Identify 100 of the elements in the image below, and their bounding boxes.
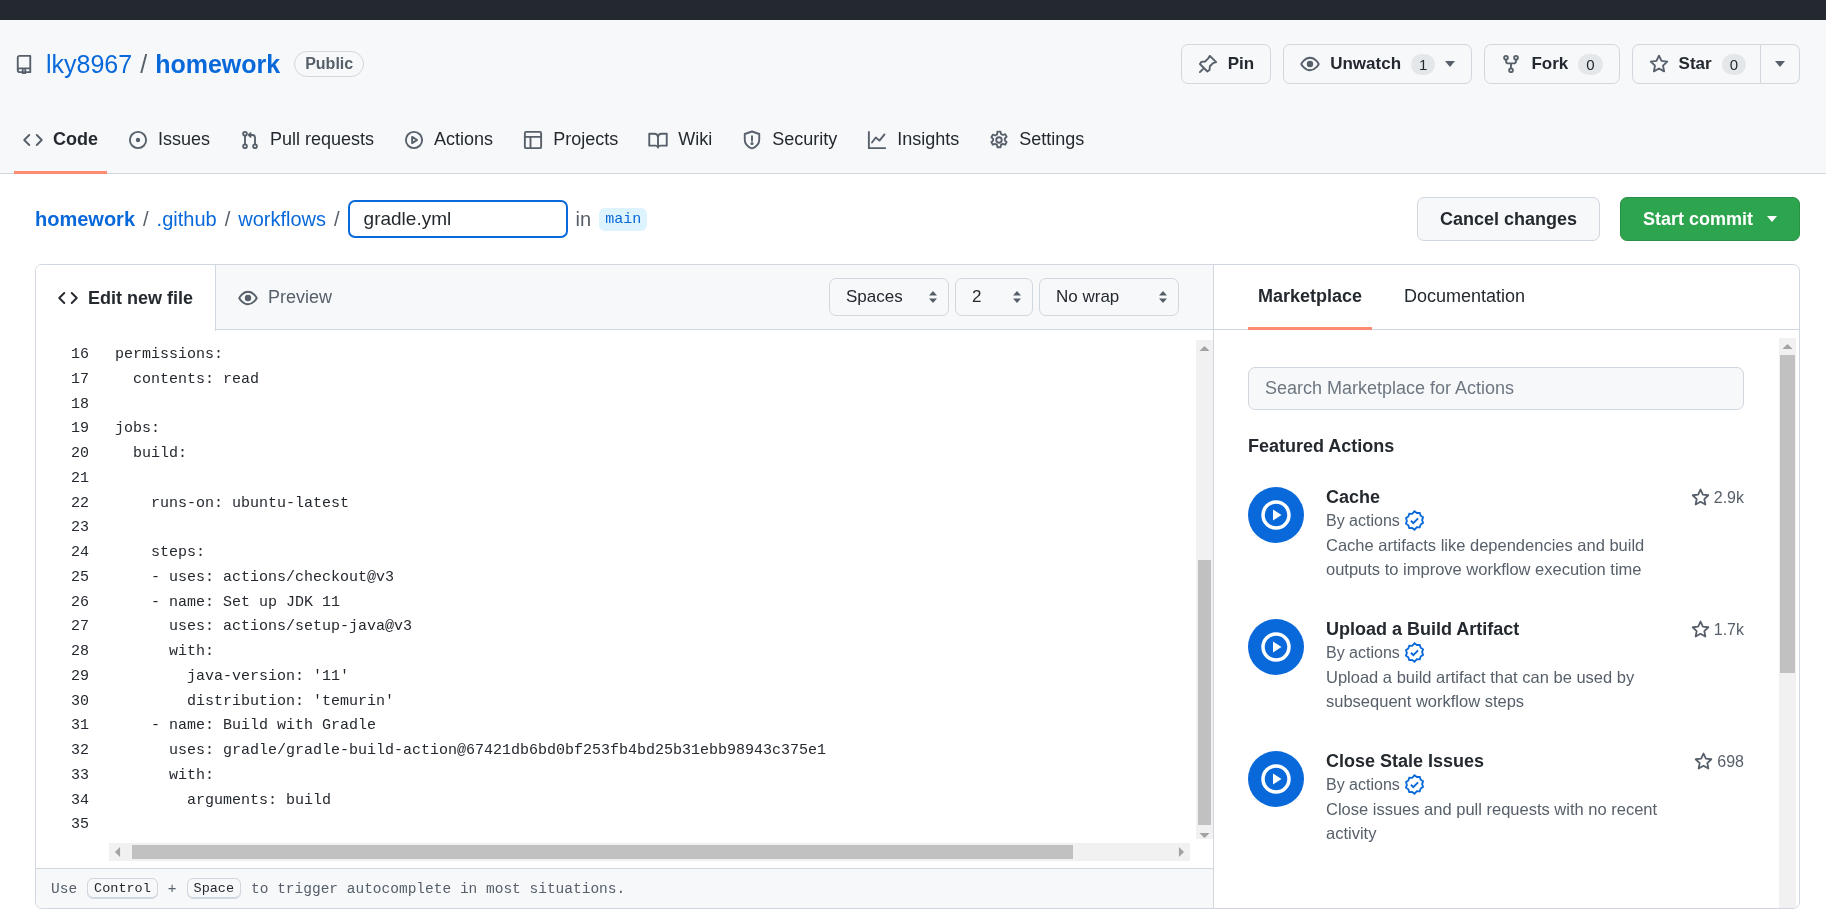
hint-text: + <box>167 880 177 897</box>
nav-tab[interactable]: Insights <box>858 108 969 174</box>
branch-label: main <box>599 207 648 231</box>
play-circle-icon <box>404 129 425 150</box>
code-line: with: <box>168 642 215 662</box>
nav-tab[interactable]: Settings <box>980 108 1094 174</box>
fork-icon <box>1501 54 1522 74</box>
panel-tab[interactable]: Documentation <box>1394 265 1536 330</box>
counter: 0 <box>1721 53 1746 75</box>
code-line: contents: read <box>132 369 260 390</box>
line-number: 24 <box>70 543 89 563</box>
nav-tab[interactable]: Pull requests <box>231 108 384 174</box>
star-count: 2.9k <box>1713 488 1744 507</box>
dropdown-select[interactable]: Spaces <box>829 278 949 316</box>
dropdown-select[interactable]: 2 <box>955 278 1033 316</box>
code-line: uses: actions/setup-java@v3 <box>168 617 413 638</box>
cancel-button[interactable]: Cancel changes <box>1416 197 1600 241</box>
code-line: permissions: <box>115 345 224 365</box>
line-number: 25 <box>70 567 89 588</box>
dropdown-button[interactable] <box>1761 44 1800 84</box>
code-line: - name: Set up JDK 11 <box>150 592 341 613</box>
path-separator: / <box>334 207 340 231</box>
action-description: Close issues and pull requests with no recent activity <box>1326 799 1659 844</box>
code-line: java-version: '11' <box>186 666 350 687</box>
star-icon <box>1648 54 1669 74</box>
repo-icon <box>14 54 34 74</box>
line-number: 30 <box>70 691 89 712</box>
section-heading: Featured Actions <box>1248 436 1396 457</box>
panel-tab[interactable]: Marketplace <box>1248 265 1373 330</box>
nav-tab[interactable]: Projects <box>514 108 628 174</box>
line-number: 18 <box>70 394 89 415</box>
path-separator: / <box>224 207 231 231</box>
line-number: 27 <box>70 617 89 638</box>
vertical-scrollbar[interactable] <box>1196 340 1213 839</box>
editor-tab[interactable]: Preview <box>216 265 355 330</box>
line-number: 21 <box>70 468 89 489</box>
nav-tab[interactable]: Issues <box>119 108 220 174</box>
star-count: 1.7k <box>1713 620 1744 639</box>
hint-text: Use <box>51 880 78 897</box>
nav-tab[interactable]: Security <box>733 108 847 174</box>
action-title-link[interactable]: Upload a Build Artifact <box>1326 619 1520 640</box>
play-icon <box>1248 487 1304 543</box>
nav-tab[interactable]: Actions <box>395 108 503 174</box>
filename-field[interactable]: gradle.yml <box>347 200 568 238</box>
shield-icon <box>742 129 763 150</box>
path-separator: / <box>140 49 148 79</box>
line-number: 35 <box>70 815 89 836</box>
key-label: Space <box>186 878 242 899</box>
code-line: - uses: actions/checkout@v3 <box>150 567 395 588</box>
line-number: 28 <box>70 642 89 662</box>
code-line: uses: gradle/gradle-build-action@67421db6bd0bf253fb4bd25b31ebb98943c375e1 <box>168 741 827 761</box>
breadcrumb-link[interactable]: homework <box>35 207 136 231</box>
author-label: By actions <box>1326 643 1400 662</box>
repo-action-button[interactable]: Pin <box>1180 44 1272 84</box>
action-title-link[interactable]: Close Stale Issues <box>1326 751 1485 772</box>
repo-action-button[interactable]: Star 0 <box>1631 44 1761 84</box>
line-number: 32 <box>70 741 89 761</box>
editor-tab[interactable]: Edit new file <box>36 265 216 331</box>
breadcrumb-link[interactable]: .github <box>156 207 217 231</box>
code-line: steps: <box>150 543 205 563</box>
owner-link[interactable]: lky8967 <box>46 49 133 79</box>
counter: 1 <box>1411 53 1436 75</box>
search-field[interactable]: Search Marketplace for Actions <box>1248 367 1744 410</box>
author-label: By actions <box>1326 511 1400 530</box>
nav-tab[interactable]: Wiki <box>639 108 722 174</box>
up-down-caret-icon <box>1158 290 1168 304</box>
line-number: 34 <box>70 790 89 811</box>
key-label: Control <box>87 878 158 899</box>
code-line: build: <box>132 444 187 464</box>
line-number: 19 <box>70 419 89 440</box>
hint-text: to trigger autocomplete in most situations. <box>251 880 626 897</box>
settings-icon <box>989 129 1010 150</box>
horizontal-scrollbar[interactable] <box>109 843 1190 861</box>
eye-icon <box>1300 54 1321 74</box>
code-line: runs-on: ubuntu-latest <box>150 493 350 514</box>
author-label: By actions <box>1326 775 1400 794</box>
play-icon <box>1248 751 1304 807</box>
action-description: Cache artifacts like dependencies and build outputs to improve workflow execution time <box>1326 535 1646 580</box>
up-down-caret-icon <box>1012 290 1022 304</box>
nav-tab[interactable]: Code <box>14 108 107 174</box>
counter: 0 <box>1578 53 1603 75</box>
line-number: 33 <box>70 765 89 786</box>
pin-icon <box>1197 54 1218 74</box>
caret-icon <box>1775 61 1785 67</box>
path-separator: / <box>143 207 149 231</box>
line-number: 23 <box>70 518 89 539</box>
repo-action-button[interactable]: Fork 0 <box>1484 44 1620 84</box>
line-number: 20 <box>70 444 89 464</box>
vertical-scrollbar[interactable] <box>1779 338 1796 908</box>
circle-dot-icon <box>128 129 148 150</box>
breadcrumb-link[interactable]: workflows <box>238 207 326 231</box>
repo-action-button[interactable]: Unwatch 1 <box>1283 44 1473 84</box>
line-number: 31 <box>70 716 89 737</box>
line-number: 29 <box>70 666 89 687</box>
star-icon <box>1690 620 1710 639</box>
dropdown-select[interactable]: No wrap <box>1039 278 1179 316</box>
repo-link[interactable]: homework <box>155 49 281 79</box>
table-icon <box>523 129 544 150</box>
line-number: 17 <box>70 369 89 390</box>
action-title-link[interactable]: Cache <box>1326 487 1381 508</box>
